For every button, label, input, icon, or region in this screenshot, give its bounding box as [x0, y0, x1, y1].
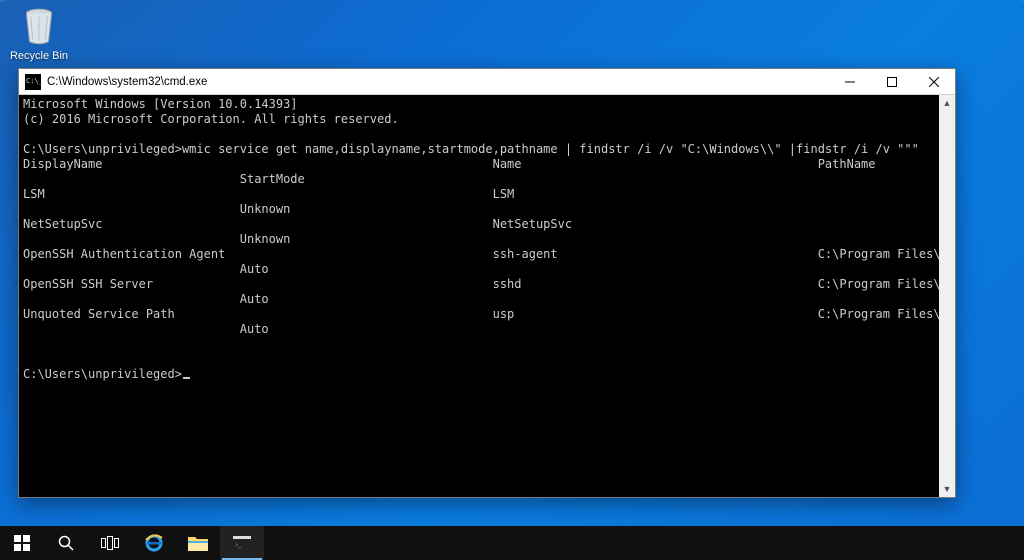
minimize-button[interactable]	[829, 69, 871, 95]
recycle-bin-icon	[18, 6, 60, 48]
windows-logo-icon	[14, 535, 30, 551]
scroll-down-button[interactable]: ▼	[939, 481, 955, 497]
search-button[interactable]	[44, 526, 88, 560]
taskview-button[interactable]	[88, 526, 132, 560]
folder-icon	[188, 535, 208, 551]
scrollbar[interactable]: ▲ ▼	[939, 95, 955, 497]
recycle-bin-label: Recycle Bin	[6, 50, 72, 62]
prompt: C:\Users\unprivileged>	[23, 367, 182, 381]
taskbar-ie[interactable]	[132, 526, 176, 560]
cmd-window[interactable]: C:\Windows\system32\cmd.exe Microsoft Wi…	[18, 68, 956, 498]
search-icon	[58, 535, 74, 551]
recycle-bin[interactable]: Recycle Bin	[6, 6, 72, 62]
cmd-icon	[25, 74, 41, 90]
maximize-button[interactable]	[871, 69, 913, 95]
cmd-taskbar-icon: >_	[233, 536, 251, 550]
svg-text:>_: >_	[235, 543, 242, 549]
taskbar-cmd[interactable]: >_	[220, 526, 264, 560]
titlebar[interactable]: C:\Windows\system32\cmd.exe	[19, 69, 955, 95]
ie-icon	[144, 533, 164, 553]
console-output[interactable]: Microsoft Windows [Version 10.0.14393] (…	[19, 95, 939, 497]
cursor	[183, 377, 190, 379]
close-button[interactable]	[913, 69, 955, 95]
scroll-up-button[interactable]: ▲	[939, 95, 955, 111]
taskbar-file-explorer[interactable]	[176, 526, 220, 560]
taskbar: >_	[0, 526, 1024, 560]
taskview-icon	[101, 536, 119, 550]
start-button[interactable]	[0, 526, 44, 560]
window-title: C:\Windows\system32\cmd.exe	[47, 76, 829, 88]
